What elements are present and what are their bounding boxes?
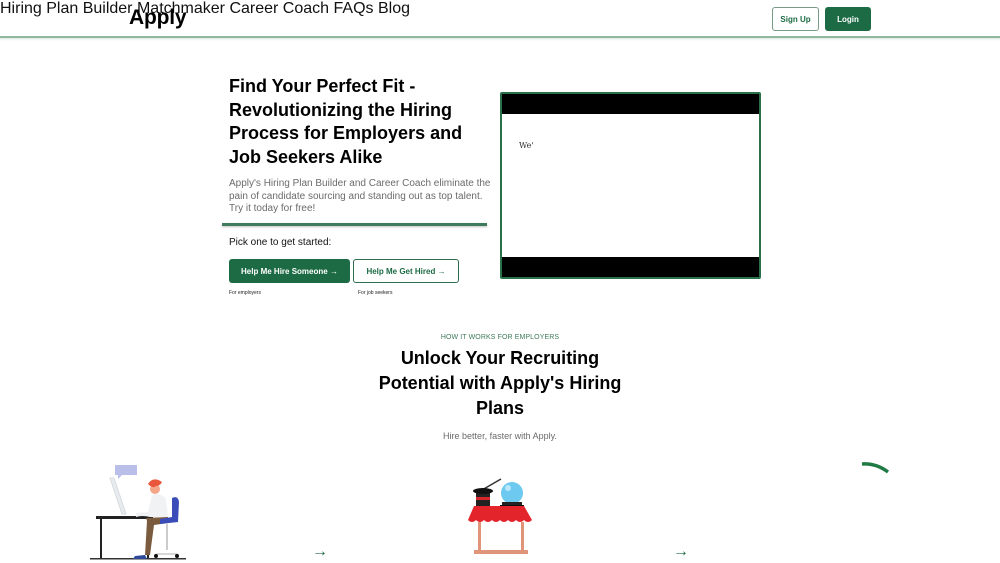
monitor-icon bbox=[109, 477, 127, 515]
video-player[interactable]: We' bbox=[500, 92, 761, 279]
employers-caption: For employers bbox=[229, 290, 261, 296]
person-at-desk-illustration bbox=[90, 465, 186, 560]
nav-blog[interactable]: Blog bbox=[378, 0, 410, 17]
video-letterbox-top bbox=[502, 94, 759, 114]
help-me-get-hired-button[interactable]: Help Me Get Hired → bbox=[353, 259, 459, 283]
site-header: Apply Hiring Plan Builder Matchmaker Car… bbox=[0, 0, 1000, 38]
login-button[interactable]: Login bbox=[825, 7, 871, 31]
loading-arc-illustration bbox=[861, 462, 890, 474]
hero-subtitle: Apply's Hiring Plan Builder and Career C… bbox=[229, 178, 491, 214]
logo[interactable]: Apply bbox=[129, 6, 187, 30]
hair-icon bbox=[148, 479, 162, 488]
crystal-ball-icon bbox=[501, 482, 523, 504]
section-eyebrow: HOW IT WORKS FOR EMPLOYERS bbox=[440, 334, 560, 341]
section-title: Unlock Your Recruiting Potential with Ap… bbox=[378, 348, 622, 418]
hero-divider bbox=[222, 223, 487, 226]
tablecloth-icon bbox=[468, 506, 532, 522]
video-letterbox-bottom bbox=[502, 257, 759, 277]
desk-icon bbox=[96, 516, 153, 519]
nav-career-coach[interactable]: Career Coach bbox=[229, 0, 329, 17]
pick-label: Pick one to get started: bbox=[229, 237, 332, 248]
nav-hiring-plan-builder[interactable]: Hiring Plan Builder bbox=[0, 0, 133, 17]
nav-faqs[interactable]: FAQs bbox=[334, 0, 374, 17]
section-subtitle: Hire better, faster with Apply. bbox=[443, 431, 557, 441]
speech-bubble-icon bbox=[115, 465, 137, 475]
step-arrow-icon: → bbox=[673, 543, 689, 560]
sign-up-button[interactable]: Sign Up bbox=[772, 7, 819, 31]
step-arrow-icon: → bbox=[312, 543, 328, 560]
video-caption-text: We' bbox=[519, 141, 534, 150]
hero-title: Find Your Perfect Fit - Revolutionizing … bbox=[229, 76, 463, 167]
magic-hat-crystal-ball-illustration bbox=[468, 478, 532, 554]
job-seekers-caption: For job seekers bbox=[358, 290, 393, 296]
help-me-hire-button[interactable]: Help Me Hire Someone → bbox=[229, 259, 350, 283]
